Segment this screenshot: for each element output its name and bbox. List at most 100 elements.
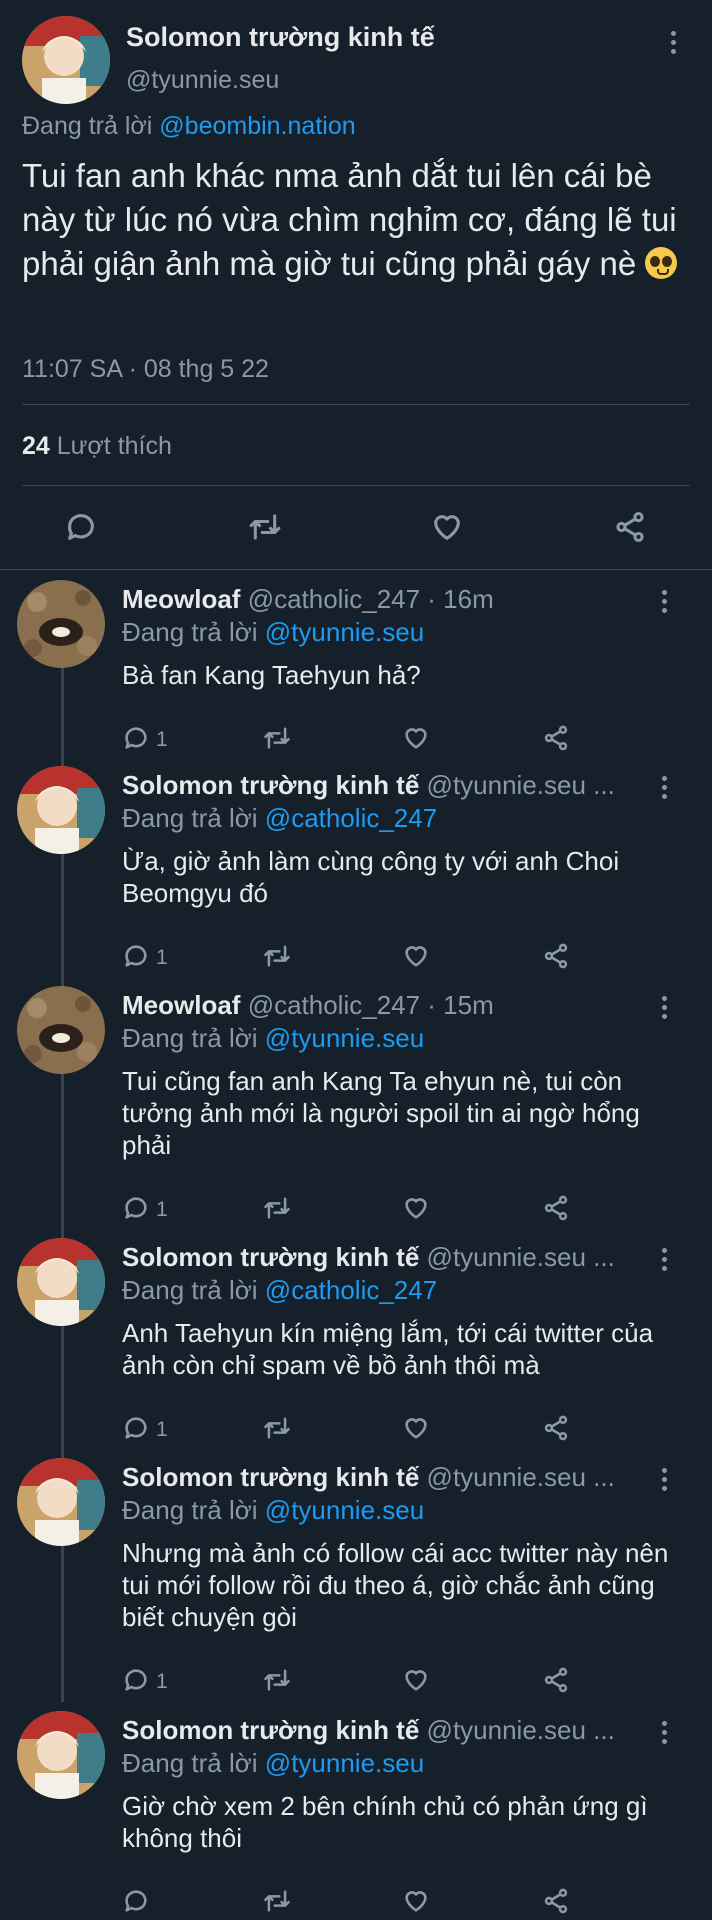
likes-summary[interactable]: 24 Lượt thích <box>22 432 172 461</box>
replying-to: Đang trả lời @tyunnie.seu <box>122 617 424 648</box>
reply-count: 1 <box>156 946 168 969</box>
more-options-icon[interactable] <box>662 776 668 803</box>
replying-prefix: Đang trả lời <box>122 617 258 647</box>
handle[interactable]: @tyunnie.seu ... <box>427 1715 615 1745</box>
heart-icon[interactable] <box>402 1194 430 1227</box>
heart-icon[interactable] <box>402 1887 430 1920</box>
replying-to: Đang trả lời @catholic_247 <box>122 1275 437 1306</box>
share-icon[interactable] <box>542 1414 570 1447</box>
reply-header: Solomon trường kinh tế @tyunnie.seu ... <box>122 1462 615 1493</box>
reply-header: Solomon trường kinh tế @tyunnie.seu ... <box>122 770 615 801</box>
avatar[interactable] <box>17 580 105 668</box>
retweet-icon[interactable] <box>262 724 292 757</box>
more-options-icon[interactable] <box>662 590 668 617</box>
handle[interactable]: @catholic_247 · 15m <box>248 990 494 1020</box>
display-name[interactable]: Solomon trường kinh tế <box>126 22 435 53</box>
replying-to-link[interactable]: @tyunnie.seu <box>265 1748 424 1778</box>
replying-to-link[interactable]: @beombin.nation <box>159 112 355 140</box>
reply-header: Meowloaf @catholic_247 · 15m <box>122 990 494 1021</box>
comment-icon[interactable] <box>122 1414 150 1447</box>
handle[interactable]: @tyunnie.seu ... <box>427 1242 615 1272</box>
comment-icon[interactable] <box>122 724 150 757</box>
likes-label: Lượt thích <box>56 432 172 460</box>
replying-prefix: Đang trả lời <box>122 1275 258 1305</box>
avatar[interactable] <box>17 1238 105 1326</box>
share-icon[interactable] <box>542 724 570 757</box>
handle[interactable]: @tyunnie.seu ... <box>427 1462 615 1492</box>
replying-to-link[interactable]: @tyunnie.seu <box>265 1023 424 1053</box>
more-options-icon[interactable] <box>671 31 677 58</box>
replying-to-link[interactable]: @catholic_247 <box>265 1275 437 1305</box>
reply-count: 1 <box>156 1670 168 1693</box>
avatar[interactable] <box>22 16 110 104</box>
replying-prefix: Đang trả lời <box>22 112 153 140</box>
retweet-icon[interactable] <box>262 942 292 975</box>
avatar[interactable] <box>17 1711 105 1799</box>
heart-icon[interactable] <box>402 1666 430 1699</box>
replying-prefix: Đang trả lời <box>122 803 258 833</box>
display-name[interactable]: Solomon trường kinh tế <box>122 1242 419 1272</box>
heart-icon[interactable] <box>402 942 430 975</box>
main-tweet: Solomon trường kinh tế @tyunnie.seu Đang… <box>0 0 712 570</box>
timestamp[interactable]: 11:07 SA · 08 thg 5 22 <box>22 355 269 384</box>
share-icon[interactable] <box>542 1887 570 1920</box>
more-options-icon[interactable] <box>662 1721 668 1748</box>
reply-header: Solomon trường kinh tế @tyunnie.seu ... <box>122 1715 615 1746</box>
replying-to: Đang trả lời @tyunnie.seu <box>122 1748 424 1779</box>
reply-header: Solomon trường kinh tế @tyunnie.seu ... <box>122 1242 615 1273</box>
more-options-icon[interactable] <box>662 1248 668 1275</box>
replying-to: Đang trả lời @tyunnie.seu <box>122 1495 424 1526</box>
replying-to: Đang trả lời @tyunnie.seu <box>122 1023 424 1054</box>
comment-icon[interactable] <box>122 1194 150 1227</box>
divider <box>22 404 690 405</box>
likes-count: 24 <box>22 432 50 460</box>
share-icon[interactable] <box>542 942 570 975</box>
share-icon[interactable] <box>542 1666 570 1699</box>
replying-prefix: Đang trả lời <box>122 1023 258 1053</box>
handle[interactable]: @catholic_247 · 16m <box>248 584 494 614</box>
divider <box>0 569 712 570</box>
reply-text: Bà fan Kang Taehyun hả? <box>122 660 421 690</box>
replying-prefix: Đang trả lời <box>122 1495 258 1525</box>
avatar[interactable] <box>17 766 105 854</box>
handle[interactable]: @tyunnie.seu <box>126 66 279 95</box>
replying-to-link[interactable]: @tyunnie.seu <box>265 617 424 647</box>
comment-icon[interactable] <box>122 1887 150 1920</box>
heart-icon[interactable] <box>402 724 430 757</box>
handle[interactable]: @tyunnie.seu ... <box>427 770 615 800</box>
divider <box>22 485 690 486</box>
display-name[interactable]: Solomon trường kinh tế <box>122 1715 419 1745</box>
comment-icon[interactable] <box>122 1666 150 1699</box>
replying-to-link[interactable]: @tyunnie.seu <box>265 1495 424 1525</box>
reply-header: Meowloaf @catholic_247 · 16m <box>122 584 494 615</box>
reply-count: 1 <box>156 1198 168 1221</box>
reply-count: 1 <box>156 1418 168 1441</box>
retweet-icon[interactable] <box>247 510 283 549</box>
reply-text: Giờ chờ xem 2 bên chính chủ có phản ứng … <box>122 1791 648 1853</box>
share-icon[interactable] <box>542 1194 570 1227</box>
avatar[interactable] <box>17 986 105 1074</box>
replying-to-link[interactable]: @catholic_247 <box>265 803 437 833</box>
retweet-icon[interactable] <box>262 1194 292 1227</box>
avatar[interactable] <box>17 1458 105 1546</box>
tweet-text-content: Tui fan anh khác nma ảnh dắt tui lên cái… <box>22 157 677 282</box>
display-name[interactable]: Meowloaf <box>122 990 240 1020</box>
comment-icon[interactable] <box>122 942 150 975</box>
retweet-icon[interactable] <box>262 1666 292 1699</box>
comment-icon[interactable] <box>64 510 98 549</box>
display-name[interactable]: Meowloaf <box>122 584 240 614</box>
replying-prefix: Đang trả lời <box>122 1748 258 1778</box>
heart-icon[interactable] <box>430 510 464 549</box>
retweet-icon[interactable] <box>262 1887 292 1920</box>
retweet-icon[interactable] <box>262 1414 292 1447</box>
reply-text: Ừa, giờ ảnh làm cùng công ty với anh Cho… <box>122 846 620 908</box>
display-name[interactable]: Solomon trường kinh tế <box>122 1462 419 1492</box>
replying-to: Đang trả lời @catholic_247 <box>122 803 437 834</box>
reply-text: Anh Taehyun kín miệng lắm, tới cái twitt… <box>122 1318 654 1380</box>
replying-to: Đang trả lời @beombin.nation <box>22 112 356 141</box>
more-options-icon[interactable] <box>662 1468 668 1495</box>
heart-icon[interactable] <box>402 1414 430 1447</box>
more-options-icon[interactable] <box>662 996 668 1023</box>
display-name[interactable]: Solomon trường kinh tế <box>122 770 419 800</box>
share-icon[interactable] <box>613 510 647 549</box>
